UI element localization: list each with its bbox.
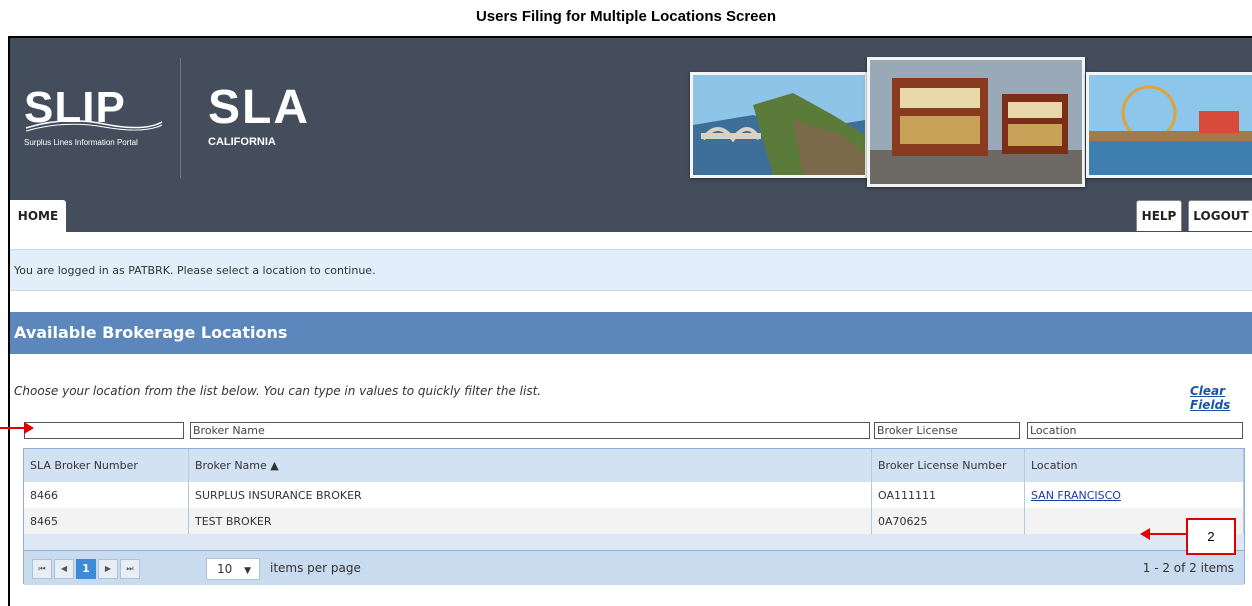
- annotation-arrow-filter: [0, 422, 34, 434]
- pager-current-page[interactable]: 1: [76, 559, 96, 579]
- slip-logo[interactable]: SLIP Surplus Lines Information Portal: [24, 86, 163, 147]
- filter-broker-name[interactable]: [190, 422, 870, 439]
- slip-logo-swoosh-icon: [25, 120, 163, 132]
- header-photo-cable-car: [867, 57, 1085, 187]
- page-size-value: 10: [217, 562, 233, 576]
- cell-broker-name: TEST BROKER: [188, 508, 872, 534]
- table-row[interactable]: 8466 SURPLUS INSURANCE BROKER OA111111 S…: [24, 482, 1244, 508]
- annotation-arrow-location: [1140, 528, 1188, 540]
- help-button[interactable]: HELP: [1136, 200, 1182, 231]
- instructions-text: Choose your location from the list below…: [14, 384, 542, 398]
- broker-locations-grid: SLA Broker Number Broker Name ▲ Broker L…: [23, 448, 1245, 585]
- logo-divider: [180, 58, 181, 178]
- sla-logo-tagline: CALIFORNIA: [208, 136, 276, 148]
- section-title: Available Brokerage Locations: [10, 312, 1252, 354]
- login-status-message: You are logged in as PATBRK. Please sele…: [10, 249, 1252, 291]
- cell-broker-name: SURPLUS INSURANCE BROKER: [188, 482, 872, 508]
- annotation-callout-2: 2: [1186, 518, 1236, 555]
- pager-next-icon[interactable]: ▶: [98, 559, 118, 579]
- cell-location: SAN FRANCISCO: [1024, 482, 1244, 508]
- column-header-location[interactable]: Location: [1024, 449, 1244, 482]
- pager-prev-icon[interactable]: ◀: [54, 559, 74, 579]
- clear-fields-link[interactable]: Clear Fields: [1190, 384, 1252, 412]
- app-screenshot-frame: SLIP Surplus Lines Information Portal SL…: [8, 36, 1252, 606]
- location-link[interactable]: SAN FRANCISCO: [1031, 489, 1121, 502]
- locations-table: SLA Broker Number Broker Name ▲ Broker L…: [24, 449, 1244, 534]
- table-header-row: SLA Broker Number Broker Name ▲ Broker L…: [24, 449, 1244, 482]
- table-row[interactable]: 8465 TEST BROKER 0A70625: [24, 508, 1244, 534]
- slip-logo-tagline: Surplus Lines Information Portal: [24, 138, 138, 147]
- cell-sla-number: 8465: [24, 508, 189, 534]
- page-size-select[interactable]: 10 ▼: [206, 558, 260, 580]
- column-header-broker-license[interactable]: Broker License Number: [871, 449, 1025, 482]
- pager-last-icon[interactable]: ⏭: [120, 559, 140, 579]
- header-photo-coast: [690, 72, 868, 178]
- filter-location[interactable]: [1027, 422, 1243, 439]
- items-per-page-label: items per page: [270, 561, 361, 575]
- filter-sla-number[interactable]: [24, 422, 184, 439]
- document-title: Users Filing for Multiple Locations Scre…: [475, 8, 777, 25]
- tab-home[interactable]: HOME: [10, 200, 66, 232]
- filter-broker-license[interactable]: [874, 422, 1020, 439]
- header-photo-pier: [1086, 72, 1252, 178]
- chevron-down-icon: ▼: [244, 566, 252, 576]
- pager-range-info: 1 - 2 of 2 items: [1142, 561, 1234, 575]
- app-header: SLIP Surplus Lines Information Portal SL…: [10, 38, 1252, 232]
- cell-broker-license: 0A70625: [871, 508, 1025, 534]
- cell-sla-number: 8466: [24, 482, 189, 508]
- grid-pager: ⏮ ◀ 1 ▶ ⏭ 10 ▼ items per page 1 - 2 of 2…: [24, 550, 1244, 585]
- logout-button[interactable]: LOGOUT: [1188, 200, 1252, 231]
- cell-broker-license: OA111111: [871, 482, 1025, 508]
- sla-logo-title: SLA: [208, 81, 310, 134]
- sla-logo[interactable]: SLA CALIFORNIA: [208, 81, 310, 149]
- pager-first-icon[interactable]: ⏮: [32, 559, 52, 579]
- column-header-broker-name[interactable]: Broker Name ▲: [188, 449, 872, 482]
- column-header-sla-number[interactable]: SLA Broker Number: [24, 449, 189, 482]
